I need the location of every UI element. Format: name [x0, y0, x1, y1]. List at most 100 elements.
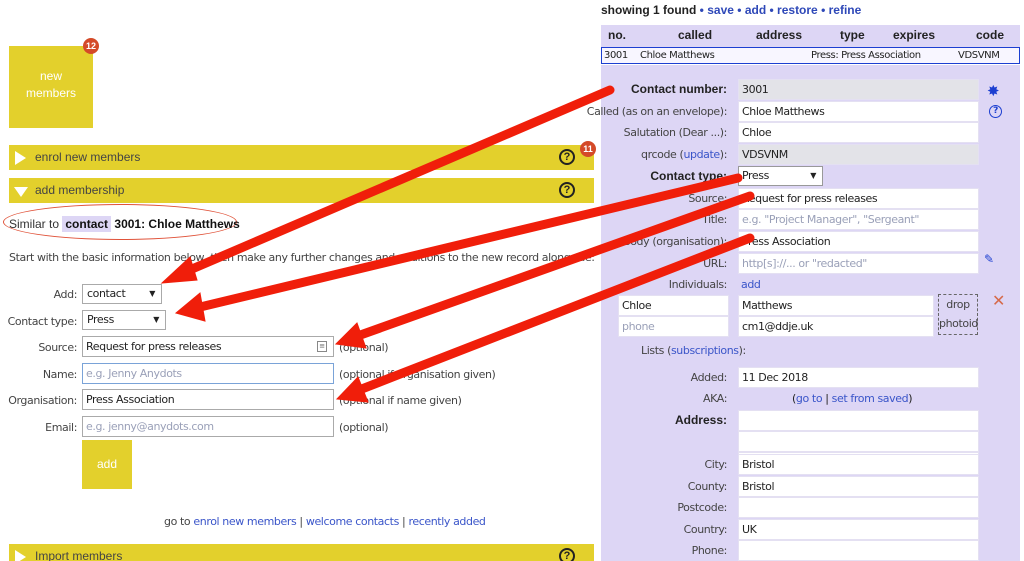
add-label: Add: [53, 288, 78, 301]
individuals-add-link[interactable]: add [741, 278, 761, 291]
email-input[interactable]: e.g. jenny@anydots.com [82, 416, 334, 437]
autofill-icon[interactable]: ≡ [317, 341, 327, 352]
add-select-value: contact [87, 287, 126, 300]
added-field[interactable]: 11 Dec 2018 [738, 367, 979, 388]
similar-record-line: Similar to contact 3001: Chloe Matthews [9, 216, 240, 232]
link-enrol-new-members[interactable]: enrol new members [193, 515, 296, 528]
aka-links: (go to | set from saved) [792, 392, 913, 405]
subscriptions-link[interactable]: subscriptions [671, 344, 739, 357]
title-label: Title: [702, 213, 727, 226]
remove-individual-icon[interactable]: ✕ [992, 291, 1005, 310]
col-expires[interactable]: expires [893, 28, 935, 42]
bar-label: enrol new members [35, 150, 141, 164]
aka-goto-link[interactable]: go to [796, 392, 823, 405]
drop-photoid-zone[interactable]: drop photoid [938, 294, 978, 335]
email-field[interactable]: cm1@ddje.uk [738, 316, 934, 337]
help-icon[interactable]: ? [559, 548, 575, 561]
source-input[interactable]: Request for press releases ≡ [82, 336, 334, 357]
city-field[interactable]: Bristol [738, 454, 979, 475]
title-field[interactable]: e.g. "Project Manager", "Sergeant" [738, 209, 979, 230]
expand-arrow-icon [15, 151, 26, 165]
first-name-field[interactable]: Chloe [618, 295, 729, 316]
name-label: Name: [42, 368, 78, 381]
called-label: Called (as on an envelope): [586, 105, 728, 118]
results-summary: showing 1 found • save • add • restore •… [601, 3, 861, 17]
help-icon[interactable]: ? [559, 149, 575, 165]
link-welcome-contacts[interactable]: welcome contacts [306, 515, 399, 528]
col-called[interactable]: called [678, 28, 712, 42]
bar-import-members[interactable]: Import members ? [9, 544, 594, 561]
country-field[interactable]: UK [738, 519, 979, 540]
contact-type-select[interactable]: Press ▼ [738, 166, 823, 186]
phone-field[interactable]: phone [618, 316, 729, 337]
last-name-field[interactable]: Matthews [738, 295, 934, 316]
address-line-1[interactable] [738, 410, 979, 431]
address-line-2[interactable] [738, 431, 979, 452]
aka-set-from-saved-link[interactable]: set from saved [832, 392, 909, 405]
col-code[interactable]: code [976, 28, 1004, 42]
phone-number-field[interactable] [738, 540, 979, 561]
help-icon[interactable]: ? [559, 182, 575, 198]
qrcode-update-link[interactable]: update [683, 148, 720, 161]
postcode-field[interactable] [738, 497, 979, 518]
add-link[interactable]: add [745, 3, 766, 17]
add-button[interactable]: add [82, 440, 132, 489]
row-called: Chloe Matthews [640, 50, 715, 61]
name-input[interactable]: e.g. Jenny Anydots [82, 363, 334, 384]
row-type: Press: Press Association [811, 50, 921, 61]
external-link-icon[interactable]: ✎ [984, 252, 994, 266]
table-row[interactable]: 3001 Chloe Matthews Press: Press Associa… [601, 47, 1020, 64]
separator: | [299, 515, 303, 528]
row-no: 3001 [604, 50, 628, 61]
bar-label: Import members [35, 549, 123, 561]
bullet: • [769, 3, 774, 17]
city-label: City: [704, 458, 728, 471]
contact-type-label: Contact type: [650, 169, 727, 183]
organisation-hint: (optional if name given) [339, 394, 462, 407]
arrow-head [174, 292, 206, 322]
contact-type-value: Press [87, 313, 114, 326]
intro-text: Start with the basic information below, … [9, 251, 595, 264]
bullet: • [737, 3, 742, 17]
new-members-tile[interactable]: new members [9, 46, 93, 128]
save-link[interactable]: save [707, 3, 734, 17]
link-recently-added[interactable]: recently added [408, 515, 485, 528]
bar-add-membership[interactable]: add membership ? [9, 178, 594, 203]
contact-number-label: Contact number: [631, 82, 727, 96]
bullet: • [699, 3, 704, 17]
bar-enrol-new-members[interactable]: enrol new members ? [9, 145, 594, 170]
refine-link[interactable]: refine [829, 3, 862, 17]
county-label: County: [687, 480, 728, 493]
col-type[interactable]: type [840, 28, 865, 42]
source-label: Source: [688, 192, 727, 205]
col-address[interactable]: address [756, 28, 802, 42]
county-field[interactable]: Bristol [738, 476, 979, 497]
added-label: Added: [690, 371, 728, 384]
url-label: URL: [703, 257, 727, 270]
salutation-field[interactable]: Chloe [738, 122, 979, 143]
source-field[interactable]: Request for press releases [738, 188, 979, 209]
lists-label-text: Lists [641, 344, 664, 357]
help-icon[interactable]: ? [989, 105, 1002, 118]
body-field[interactable]: Press Association [738, 231, 979, 252]
email-label: Email: [45, 421, 77, 434]
settings-cog-icon[interactable]: ✸ [987, 82, 1000, 100]
source-value: Request for press releases [86, 340, 222, 353]
organisation-input[interactable]: Press Association [82, 389, 334, 410]
results-table-header: no. called address type expires code [601, 25, 1020, 47]
source-hint: (optional) [339, 341, 389, 354]
expand-arrow-icon [15, 550, 26, 561]
restore-link[interactable]: restore [777, 3, 818, 17]
called-field[interactable]: Chloe Matthews [738, 101, 979, 122]
separator: | [402, 515, 406, 528]
footer-links: go to enrol new members | welcome contac… [164, 515, 486, 528]
url-field[interactable]: http[s]://... or "redacted" [738, 253, 979, 274]
links-prefix: go to [164, 515, 191, 528]
contact-type-select[interactable]: Press ▼ [82, 310, 166, 330]
similar-record-name[interactable]: 3001: Chloe Matthews [114, 217, 239, 231]
col-no[interactable]: no. [608, 28, 626, 42]
add-select[interactable]: contact ▼ [82, 284, 162, 304]
contact-type-value: Press [742, 169, 769, 182]
record-type-chip[interactable]: contact [62, 216, 112, 232]
bullet: • [821, 3, 826, 17]
